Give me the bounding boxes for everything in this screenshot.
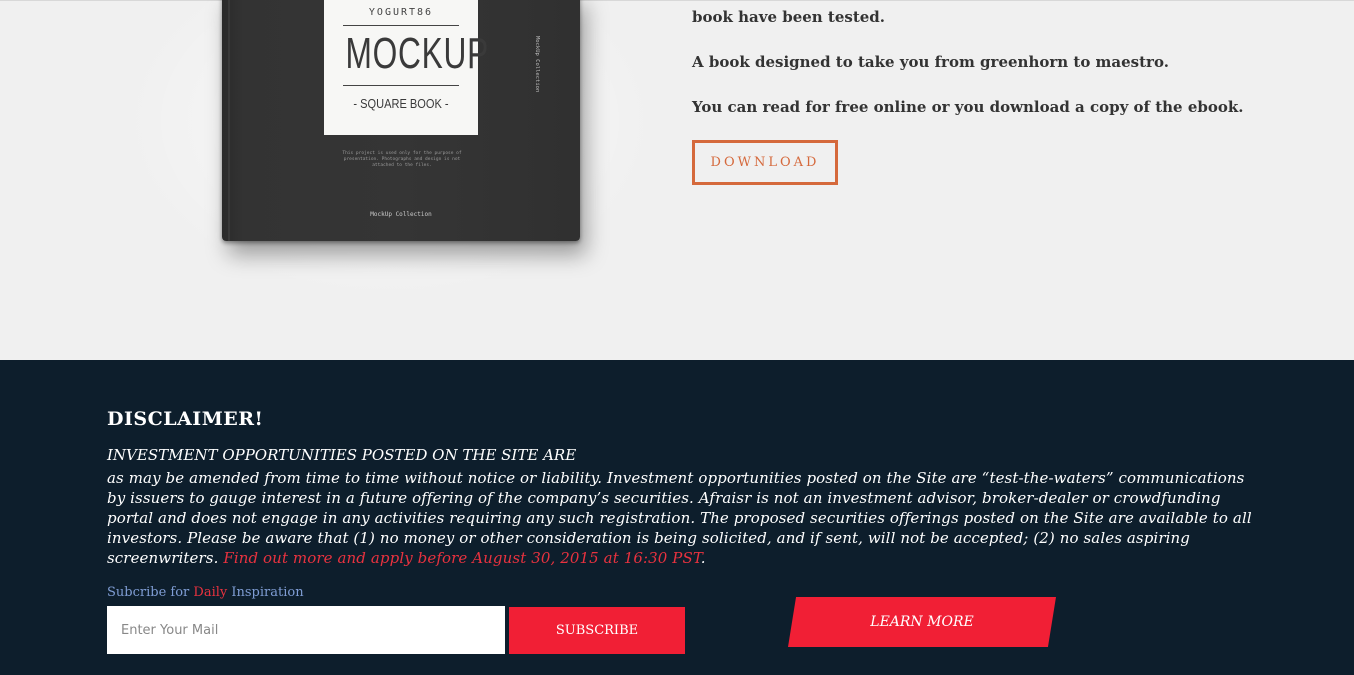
description-line: A book designed to take you from greenho…	[692, 53, 1169, 71]
apply-link[interactable]: Find out more and apply before August 30…	[223, 549, 700, 567]
book-collection-text: MockUp Collection	[370, 211, 432, 218]
subscribe-label-post: Inspiration	[227, 585, 304, 600]
book-description: book have been tested. A book designed t…	[692, 7, 1312, 142]
disclaimer-title: DISCLAIMER!	[107, 408, 264, 430]
book-mockup-image: YOGURT86 MOCKUP - SQUARE BOOK - This pro…	[222, 0, 580, 241]
email-input[interactable]	[107, 606, 505, 654]
subscribe-label: Subcribe for Daily Inspiration	[107, 585, 304, 600]
book-subtitle: - SQUARE BOOK -	[353, 96, 449, 111]
disclaimer-heading: INVESTMENT OPPORTUNITIES POSTED ON THE S…	[107, 446, 577, 464]
divider	[343, 25, 459, 26]
book-brand: YOGURT86	[368, 7, 434, 18]
book-section: YOGURT86 MOCKUP - SQUARE BOOK - This pro…	[0, 0, 1354, 360]
subscribe-label-pre: Subcribe for	[107, 585, 194, 600]
description-line: You can read for free online or you down…	[692, 98, 1244, 116]
footer: DISCLAIMER! INVESTMENT OPPORTUNITIES POS…	[0, 360, 1354, 675]
description-line: book have been tested.	[692, 8, 886, 26]
download-button[interactable]: DOWNLOAD	[692, 140, 838, 185]
disclaimer-end: .	[700, 549, 706, 567]
learn-more-button[interactable]: LEARN MORE	[788, 597, 1056, 647]
divider	[343, 85, 459, 86]
book-cover-label: YOGURT86 MOCKUP - SQUARE BOOK -	[324, 0, 489, 135]
subscribe-label-accent: Daily	[193, 585, 228, 600]
disclaimer-body: as may be amended from time to time with…	[107, 468, 1257, 568]
book-title: MOCKUP	[345, 29, 489, 78]
book-fine-print: This project is used only for the purpos…	[342, 151, 462, 168]
subscribe-button[interactable]: SUBSCRIBE	[509, 607, 685, 654]
book-spine-text: MockUp Collection	[534, 36, 540, 93]
